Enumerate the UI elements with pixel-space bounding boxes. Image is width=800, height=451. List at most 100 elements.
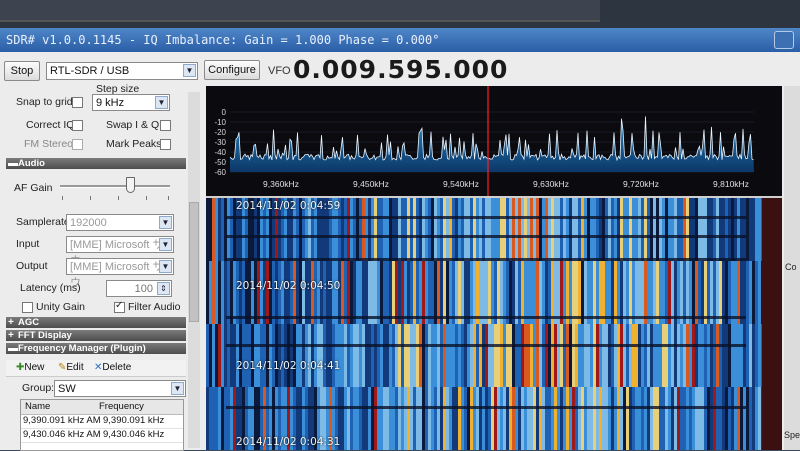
output-device-select[interactable]: [MME] Microsoft サウ ▼ — [66, 258, 174, 289]
waterfall-column — [383, 324, 386, 387]
waterfall-column — [215, 261, 218, 324]
waterfall-column — [734, 198, 737, 261]
waterfall-column — [341, 387, 344, 450]
waterfall-column — [719, 198, 722, 261]
snap-to-grid-checkbox[interactable] — [72, 97, 83, 108]
waterfall-column — [536, 261, 539, 324]
waterfall-column — [488, 261, 491, 324]
samplerate-select[interactable]: 192000 ▼ — [66, 214, 174, 231]
waterfall-column — [539, 198, 542, 261]
configure-button[interactable]: Configure — [204, 60, 260, 80]
waterfall-column — [740, 261, 743, 324]
edit-entry-button[interactable]: ✎Edit — [58, 362, 84, 373]
waterfall-column — [512, 324, 515, 387]
waterfall-column — [308, 324, 311, 387]
waterfall-column — [278, 261, 281, 324]
waterfall-column — [701, 387, 704, 450]
waterfall-timestamp: 2014/11/02 0:04:31 — [236, 436, 341, 448]
waterfall-column — [737, 198, 740, 261]
spectrum-trace — [229, 116, 754, 162]
waterfall-column — [350, 387, 353, 450]
waterfall-column — [668, 261, 671, 324]
waterfall-column — [656, 387, 659, 450]
waterfall-column — [344, 387, 347, 450]
toolbar: Stop RTL-SDR / USB ▼ Configure VFO 0.009… — [0, 52, 800, 86]
waterfall-display[interactable]: 2014/11/02 0:04:59 2014/11/02 0:04:50 20… — [206, 198, 782, 450]
waterfall-column — [551, 387, 554, 450]
panel-scrollbar-thumb[interactable] — [189, 202, 199, 322]
waterfall-column — [449, 198, 452, 261]
device-select[interactable]: RTL-SDR / USB ▼ — [46, 62, 198, 80]
table-row[interactable]: 9,390.091 kHz AM 9,390.091 kHz — [21, 414, 183, 429]
waterfall-column — [209, 324, 212, 387]
waterfall-column — [587, 198, 590, 261]
waterfall-column — [656, 261, 659, 324]
waterfall-column — [371, 324, 374, 387]
swap-iq-checkbox[interactable] — [160, 120, 171, 131]
waterfall-column — [206, 198, 209, 261]
waterfall-column — [419, 387, 422, 450]
waterfall-column — [506, 324, 509, 387]
waterfall-column — [545, 261, 548, 324]
new-entry-button[interactable]: ✚New — [16, 362, 44, 373]
waterfall-column — [593, 324, 596, 387]
waterfall-column — [323, 324, 326, 387]
waterfall-column — [671, 387, 674, 450]
waterfall-column — [455, 324, 458, 387]
delete-entry-button[interactable]: ✕Delete — [94, 362, 131, 373]
mark-peaks-checkbox[interactable] — [160, 139, 171, 150]
waterfall-column — [416, 324, 419, 387]
vfo-frequency-display[interactable]: 0.009.595.000 — [293, 55, 508, 84]
filter-audio-checkbox[interactable] — [114, 300, 125, 313]
table-row[interactable]: 9,430.046 kHz AM 9,430.046 kHz — [21, 428, 183, 443]
audio-section-header[interactable]: ▬ Audio — [6, 158, 186, 169]
waterfall-column — [716, 324, 719, 387]
unity-gain-checkbox[interactable] — [22, 302, 33, 313]
collapse-icon: ▬ — [8, 343, 18, 354]
waterfall-column — [692, 324, 695, 387]
waterfall-column — [290, 261, 293, 324]
waterfall-column — [356, 261, 359, 324]
column-header-name[interactable]: Name — [25, 401, 50, 412]
waterfall-column — [398, 198, 401, 261]
waterfall-column — [392, 387, 395, 450]
waterfall-column — [527, 198, 530, 261]
waterfall-column — [239, 324, 242, 387]
waterfall-column — [206, 387, 209, 450]
waterfall-column — [365, 387, 368, 450]
waterfall-column — [683, 387, 686, 450]
waterfall-column — [296, 324, 299, 387]
control-panel: Step size Snap to grid 9 kHz ▼ Correct I… — [0, 83, 200, 451]
waterfall-column — [704, 198, 707, 261]
latency-stepper[interactable]: 100 ⇕ — [106, 280, 172, 297]
waterfall-column — [308, 261, 311, 324]
group-select[interactable]: SW ▼ — [54, 380, 186, 397]
waterfall-column — [566, 387, 569, 450]
agc-section-header[interactable]: + AGC — [6, 317, 186, 328]
waterfall-column — [473, 387, 476, 450]
fft-section-header[interactable]: + FFT Display — [6, 330, 186, 341]
stop-button[interactable]: Stop — [4, 61, 40, 81]
waterfall-column — [335, 261, 338, 324]
waterfall-column — [584, 261, 587, 324]
waterfall-column — [395, 198, 398, 261]
waterfall-column — [572, 198, 575, 261]
input-device-select[interactable]: [MME] Microsoft サウ ▼ — [66, 236, 174, 267]
waterfall-column — [746, 261, 749, 324]
waterfall-column — [443, 324, 446, 387]
waterfall-column — [614, 261, 617, 324]
freq-manager-section-header[interactable]: ▬ Frequency Manager (Plugin) — [6, 343, 186, 354]
step-size-select[interactable]: 9 kHz ▼ — [92, 94, 170, 111]
waterfall-column — [449, 387, 452, 450]
af-gain-slider-track[interactable] — [60, 185, 170, 188]
waterfall-column — [230, 324, 233, 387]
correct-iq-checkbox[interactable] — [72, 120, 83, 131]
close-window-button[interactable] — [774, 31, 794, 49]
panel-scrollbar[interactable] — [188, 92, 200, 448]
af-gain-slider-thumb[interactable] — [126, 177, 135, 193]
spectrum-analyzer[interactable]: 0 -10 -20 -30 -40 -50 -60 9,360kHz 9,450kHz 9,54… — [206, 86, 782, 198]
column-header-frequency[interactable]: Frequency — [99, 401, 144, 412]
waterfall-column — [518, 324, 521, 387]
waterfall-column — [575, 261, 578, 324]
fm-stereo-checkbox[interactable] — [72, 139, 83, 150]
